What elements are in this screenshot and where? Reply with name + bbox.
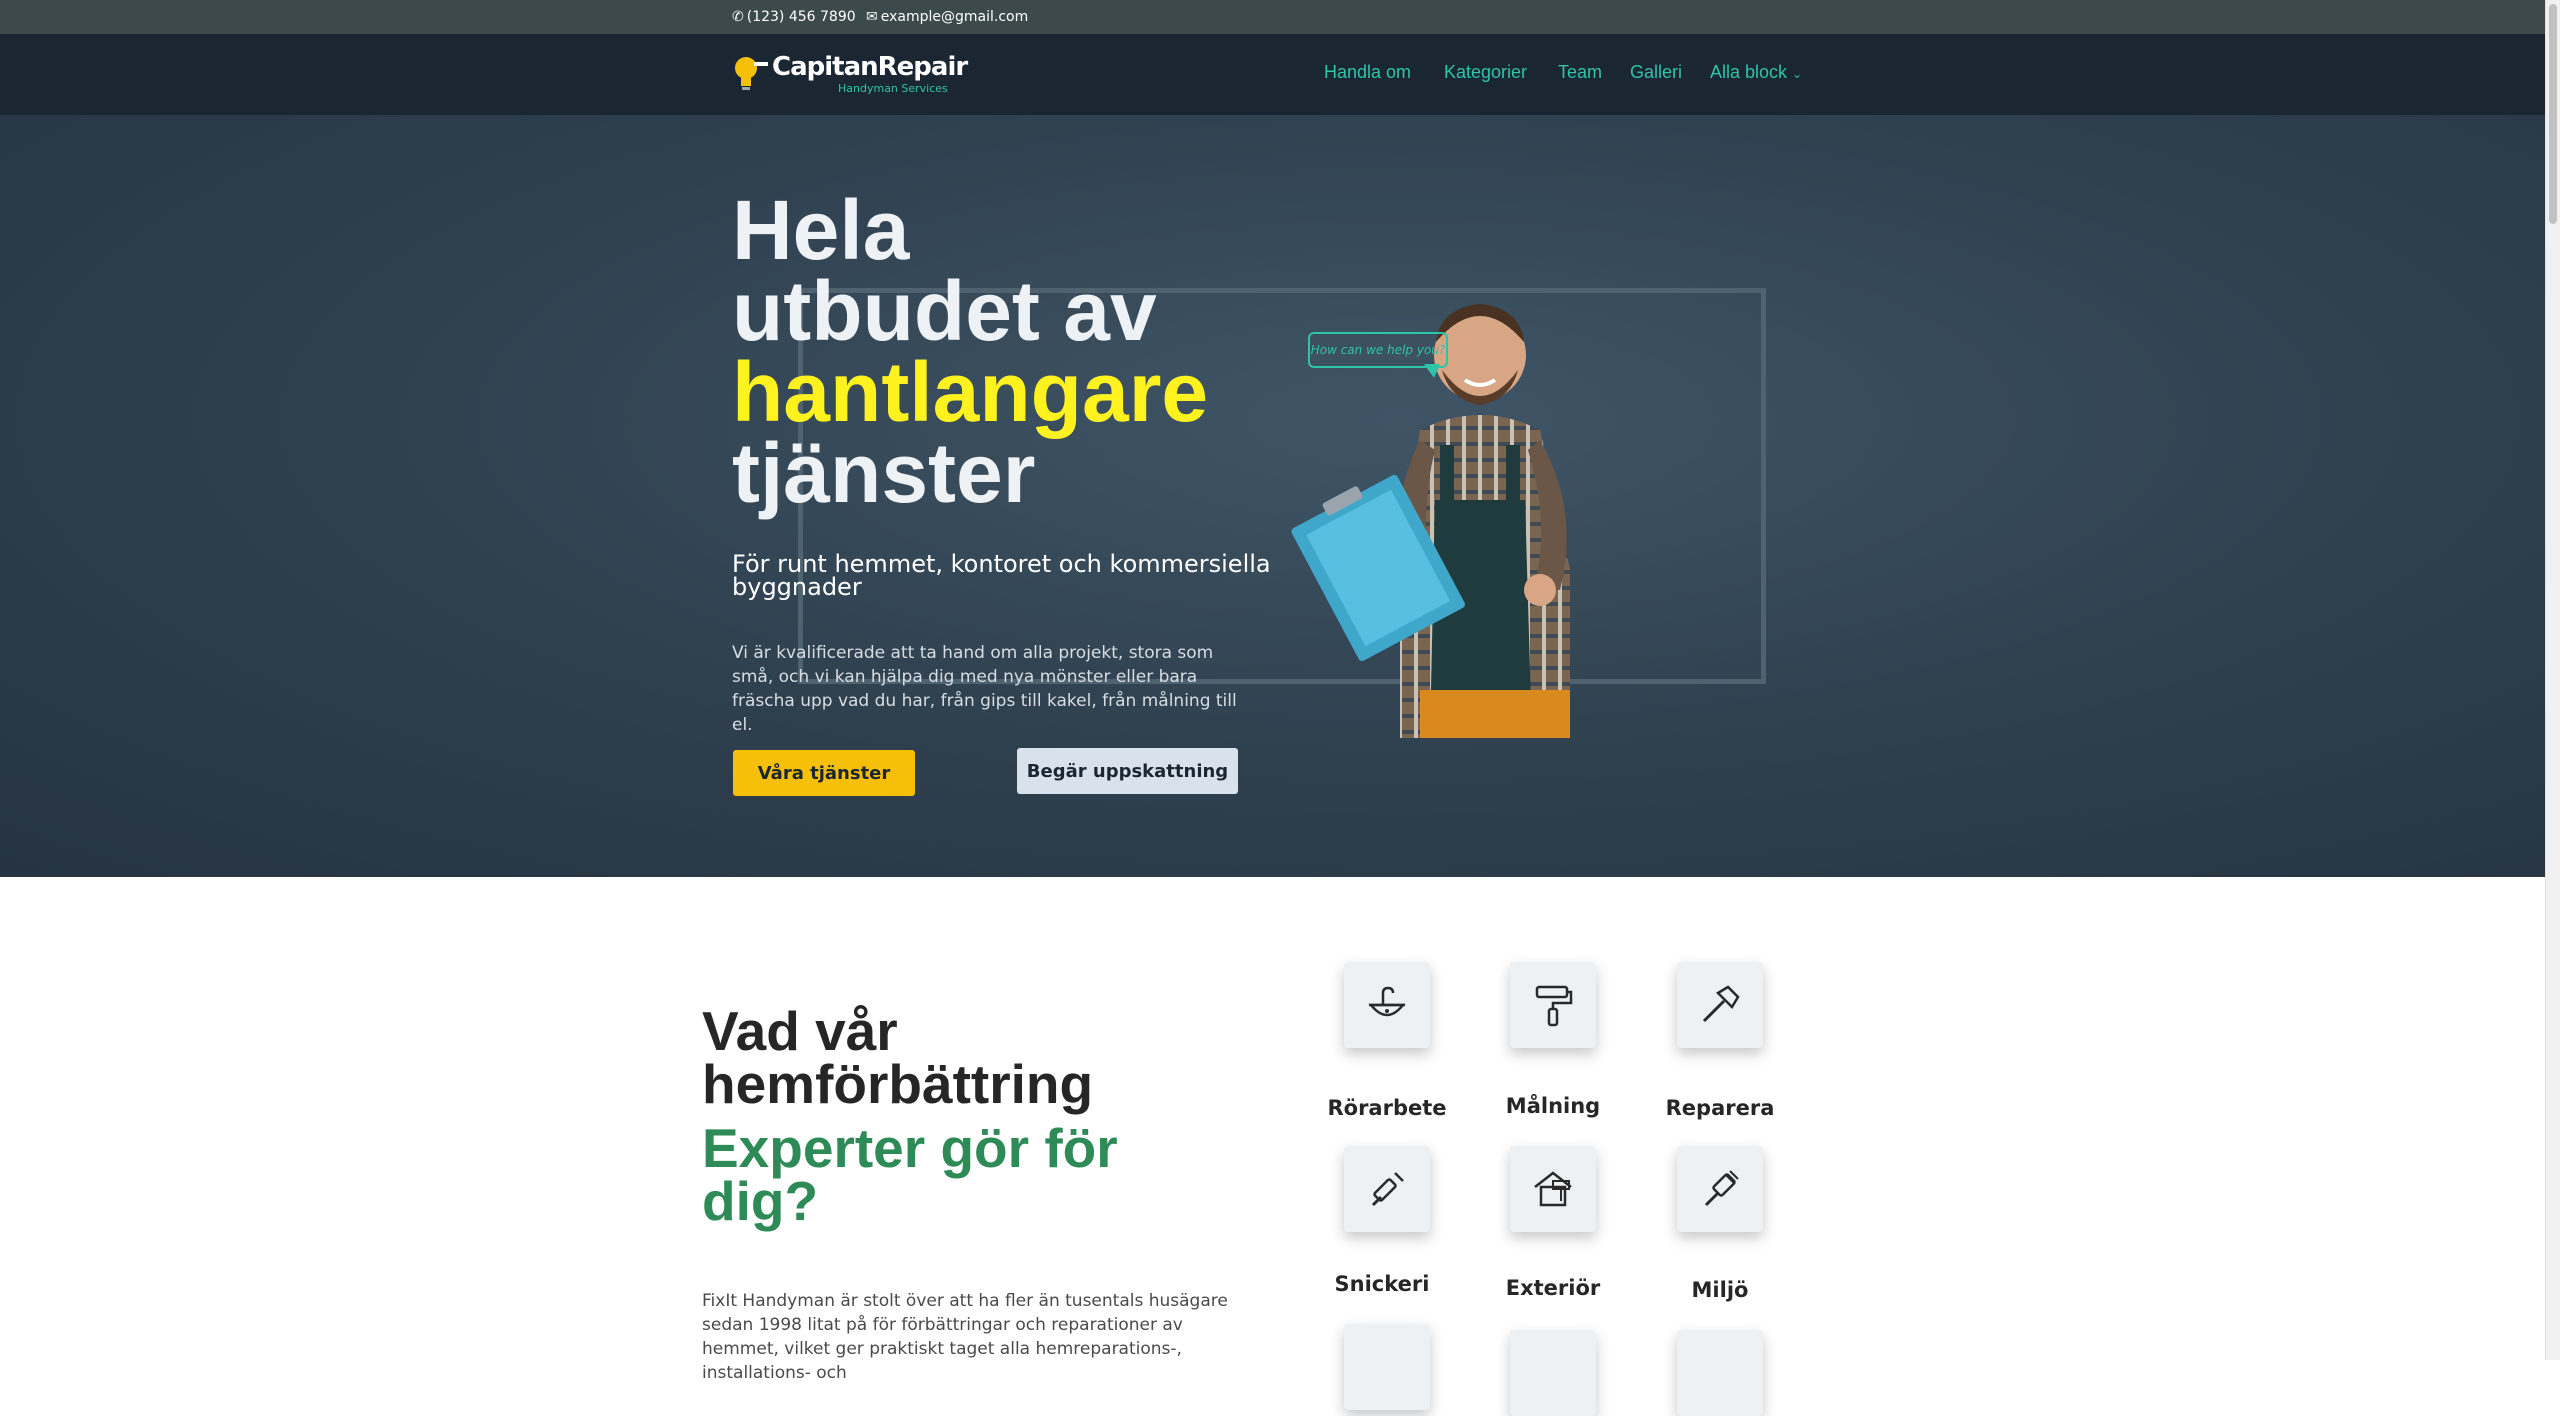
service-label-environment: Miljö	[1691, 1278, 1749, 1302]
service-tile-exterior[interactable]	[1510, 1146, 1596, 1232]
speech-bubble: How can we help you?	[1308, 332, 1448, 368]
services-title-accent-text: Experter gör för dig?	[702, 1117, 1118, 1232]
phone-number: (123) 456 7890	[746, 9, 856, 25]
service-tile-repair[interactable]	[1677, 962, 1763, 1048]
chisel-icon	[1371, 1172, 1404, 1207]
hero-title-line4: tjänster	[732, 426, 1036, 520]
main-navigation-bar	[0, 34, 2545, 115]
email-contact[interactable]: ✉ example@gmail.com	[866, 8, 1028, 26]
logo-name: CapitanRepair	[772, 52, 968, 82]
envelope-icon: ✉	[866, 9, 878, 25]
hero-title: Hela utbudet av hantlangare tjänster	[732, 183, 1209, 520]
hammer-icon	[1702, 985, 1740, 1023]
service-label-repair: Reparera	[1665, 1096, 1775, 1120]
lightbulb-icon	[735, 57, 768, 90]
request-estimate-button[interactable]: Begär uppskattning	[1017, 748, 1238, 794]
our-services-button[interactable]: Våra tjänster	[733, 750, 915, 796]
hero-title-line1: Hela	[732, 183, 910, 277]
service-tile-partial[interactable]	[1510, 1330, 1596, 1416]
service-tile-plumbing[interactable]	[1344, 962, 1430, 1048]
nav-item-alla-block[interactable]: Alla block ⌄	[1710, 62, 1802, 83]
logo-subtitle: Handyman Services	[838, 82, 948, 95]
nav-item-team[interactable]: Team	[1558, 62, 1602, 83]
hero-description: Vi är kvalificerade att ta hand om alla …	[732, 643, 1237, 735]
hero-title-highlight: hantlangare	[732, 345, 1209, 439]
handyman-image	[1291, 304, 1570, 738]
house-paint-icon	[1534, 1171, 1572, 1207]
services-section-description: FixIt Handyman är stolt över att ha fler…	[702, 1291, 1228, 1383]
service-tile-carpentry[interactable]	[1344, 1146, 1430, 1232]
chevron-down-icon: ⌄	[1792, 67, 1803, 81]
services-section-title: Vad vår hemförbättring	[702, 1000, 1222, 1115]
services-section-title-accent: Experter gör för dig?	[702, 1117, 1222, 1232]
nav-item-handla-om[interactable]: Handla om	[1324, 62, 1411, 83]
site-logo[interactable]: CapitanRepair Handyman Services	[732, 50, 968, 100]
nav-item-kategorier[interactable]: Kategorier	[1444, 62, 1527, 83]
speech-bubble-tail	[1424, 364, 1440, 378]
email-address: example@gmail.com	[880, 9, 1029, 25]
sink-icon	[1368, 986, 1406, 1017]
brush-icon	[1704, 1170, 1739, 1207]
service-tile-partial[interactable]	[1344, 1324, 1430, 1410]
phone-contact[interactable]: ✆ (123) 456 7890	[732, 8, 856, 26]
phone-icon: ✆	[732, 9, 744, 25]
service-tile-painting[interactable]	[1510, 962, 1596, 1048]
nav-item-galleri[interactable]: Galleri	[1630, 62, 1682, 83]
top-info-bar: ✆ (123) 456 7890 ✉ example@gmail.com	[0, 0, 2545, 34]
service-label-carpentry: Snickeri	[1334, 1272, 1430, 1296]
scrollbar-thumb[interactable]	[2549, 4, 2557, 224]
service-tile-partial[interactable]	[1677, 1330, 1763, 1416]
nav-item-label: Alla block	[1710, 62, 1788, 82]
hero-subtitle: För runt hemmet, kontoret och kommersiel…	[732, 550, 1271, 601]
hero-title-line2: utbudet av	[732, 264, 1157, 358]
service-tile-environment[interactable]	[1677, 1146, 1763, 1232]
paint-roller-icon	[1535, 985, 1573, 1027]
services-title-text: Vad vår hemförbättring	[702, 1000, 1094, 1115]
